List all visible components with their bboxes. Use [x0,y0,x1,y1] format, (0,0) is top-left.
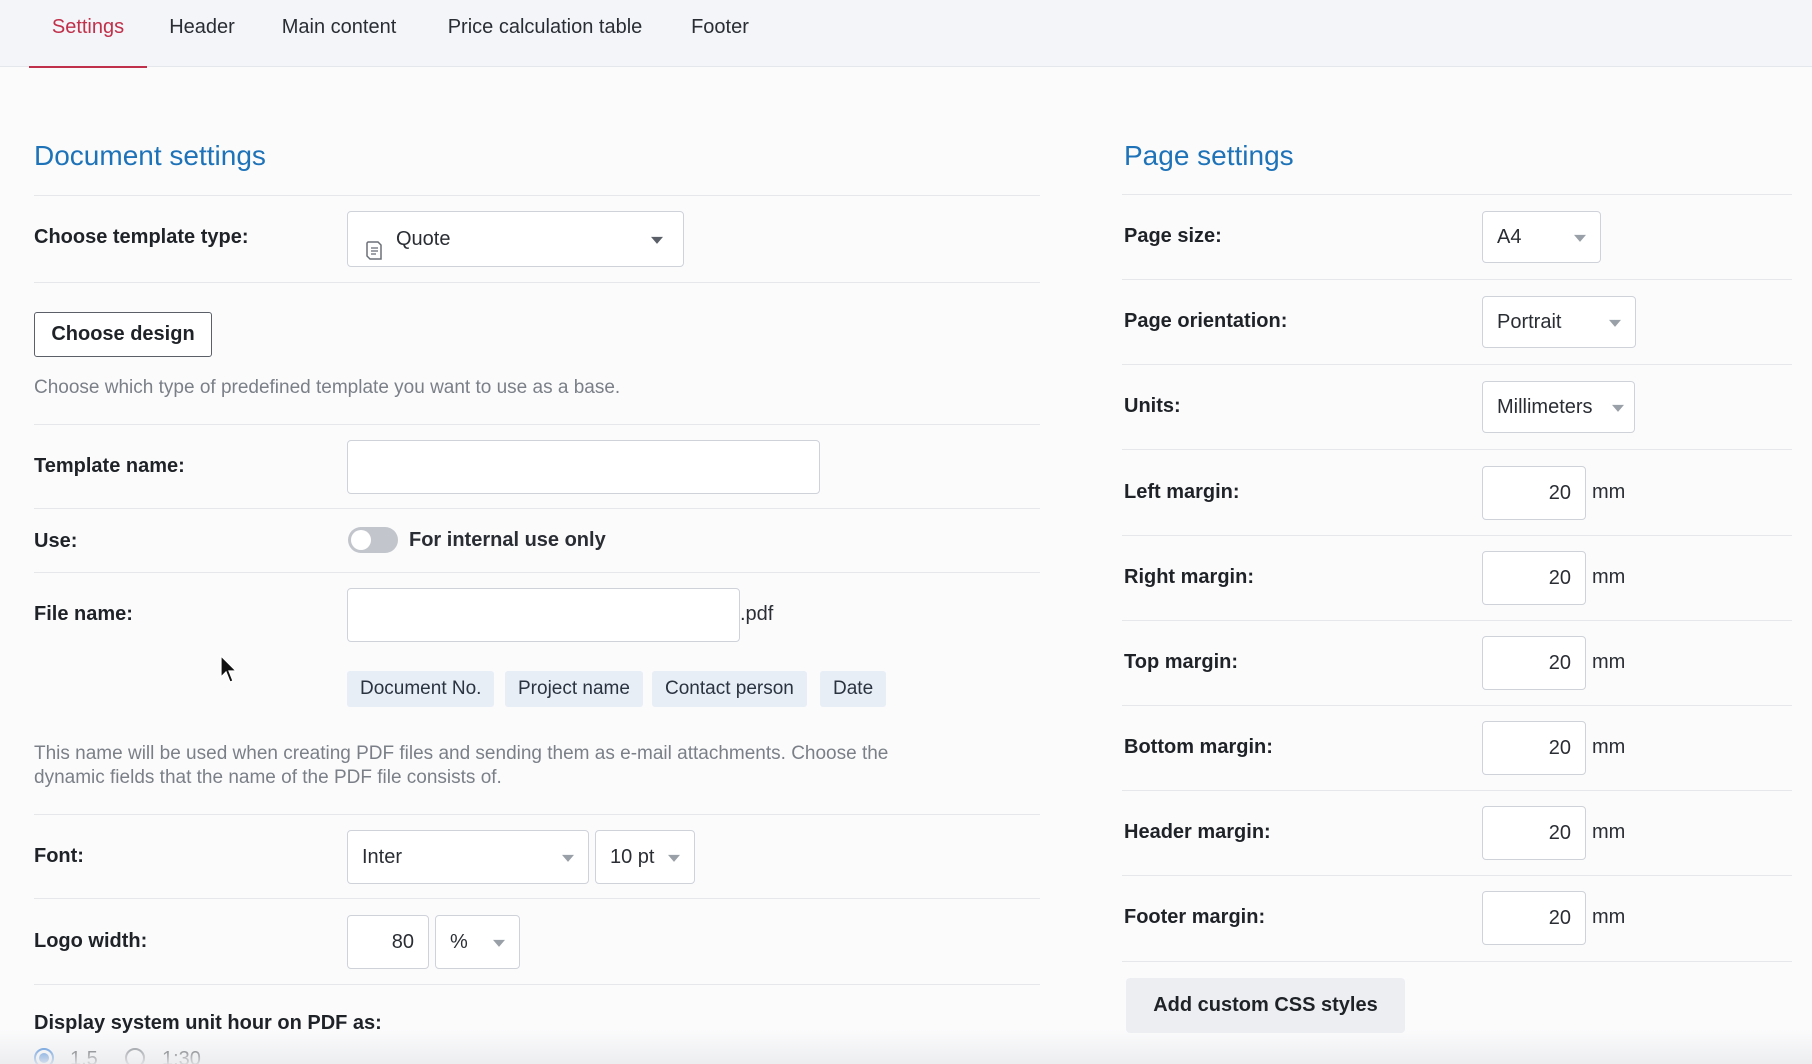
right-margin-unit: mm [1592,566,1626,588]
hour-display-label: Display system unit hour on PDF as: [34,1012,382,1034]
template-name-input[interactable] [347,440,820,494]
tab-footer[interactable]: Footer [689,0,751,67]
units-label: Units: [1124,395,1181,417]
divider [34,572,1040,573]
divider [1122,535,1792,536]
file-name-label: File name: [34,603,133,625]
hour-option-time-radio[interactable] [125,1048,145,1064]
tab-header[interactable]: Header [165,0,239,67]
font-size-select[interactable]: 10 pt [595,830,695,884]
chevron-down-icon [1612,404,1624,412]
chevron-down-icon [668,854,680,862]
tab-main-content[interactable]: Main content [276,0,402,67]
chevron-down-icon [562,854,574,862]
divider [1122,790,1792,791]
logo-width-input[interactable]: 80 [347,915,429,969]
mouse-cursor-icon [220,655,238,683]
divider [1122,620,1792,621]
tab-bar: Settings Header Main content Price calcu… [0,0,1812,68]
page-orientation-select[interactable]: Portrait [1482,296,1636,348]
units-value: Millimeters [1497,396,1593,418]
divider [34,282,1040,283]
footer-margin-label: Footer margin: [1124,906,1266,928]
document-settings-title: Document settings [34,140,266,171]
chevron-down-icon [1574,234,1586,242]
file-name-help-line-2: dynamic fields that the name of the PDF … [34,767,502,788]
header-margin-label: Header margin: [1124,821,1271,843]
logo-width-unit-select[interactable]: % [435,915,520,969]
top-margin-input[interactable]: 20 [1482,636,1586,690]
choose-design-button[interactable]: Choose design [34,312,212,357]
document-icon [364,229,384,260]
page-size-value: A4 [1497,226,1522,248]
chevron-down-icon [493,939,505,947]
template-type-label: Choose template type: [34,226,249,248]
divider [1122,449,1792,450]
dynamic-field-contact-person[interactable]: Contact person [652,671,807,707]
left-margin-label: Left margin: [1124,481,1240,503]
toggle-knob [351,530,371,550]
top-margin-unit: mm [1592,651,1626,673]
bottom-margin-label: Bottom margin: [1124,736,1273,758]
top-margin-label: Top margin: [1124,651,1239,673]
page-size-select[interactable]: A4 [1482,211,1601,263]
font-size-value: 10 pt [610,846,655,868]
dynamic-field-date[interactable]: Date [820,671,887,707]
tab-settings[interactable]: Settings [29,0,147,68]
bottom-margin-unit: mm [1592,736,1626,758]
internal-use-toggle[interactable] [348,527,398,553]
internal-use-text: For internal use only [409,529,606,551]
footer-margin-input[interactable]: 20 [1482,891,1586,945]
divider [34,195,1040,196]
tab-price-calculation-table[interactable]: Price calculation table [440,0,650,67]
file-name-suffix: .pdf [740,603,774,625]
add-custom-css-button[interactable]: Add custom CSS styles [1126,978,1405,1033]
page-settings-title: Page settings [1124,140,1294,171]
divider [1122,279,1792,280]
divider [1122,961,1792,962]
font-label: Font: [34,845,84,867]
choose-design-help: Choose which type of predefined template… [34,377,621,398]
divider [1122,194,1792,195]
page-size-label: Page size: [1124,225,1222,247]
divider [1122,875,1792,876]
dynamic-field-document-no[interactable]: Document No. [347,671,495,707]
chevron-down-icon [1609,319,1621,327]
units-select[interactable]: Millimeters [1482,381,1635,433]
page-orientation-label: Page orientation: [1124,310,1288,332]
font-value: Inter [362,846,403,868]
divider [1122,364,1792,365]
divider [34,424,1040,425]
right-margin-label: Right margin: [1124,566,1254,588]
template-name-label: Template name: [34,455,185,477]
hour-option-time-label: 1:30 [162,1048,201,1064]
left-margin-input[interactable]: 20 [1482,466,1586,520]
right-margin-input[interactable]: 20 [1482,551,1586,605]
page-orientation-value: Portrait [1497,311,1562,333]
logo-width-label: Logo width: [34,930,148,952]
file-name-help-line-1: This name will be used when creating PDF… [34,743,889,764]
bottom-fade [0,1030,1812,1064]
template-type-value: Quote [396,228,451,250]
divider [34,508,1040,509]
font-select[interactable]: Inter [347,830,589,884]
use-label: Use: [34,530,78,552]
bottom-margin-input[interactable]: 20 [1482,721,1586,775]
template-type-select[interactable]: Quote [347,211,684,267]
header-margin-unit: mm [1592,821,1626,843]
footer-margin-unit: mm [1592,906,1626,928]
left-margin-unit: mm [1592,481,1626,503]
header-margin-input[interactable]: 20 [1482,806,1586,860]
divider [1122,705,1792,706]
dynamic-field-project-name[interactable]: Project name [505,671,643,707]
hour-option-decimal-radio[interactable] [34,1048,54,1064]
file-name-input[interactable] [347,588,740,642]
file-name-help: This name will be used when creating PDF… [34,742,1034,790]
divider [34,984,1040,985]
logo-width-unit: % [450,931,468,953]
divider [34,898,1040,899]
divider [34,814,1040,815]
chevron-down-icon [651,236,663,244]
hour-option-decimal-label: 1.5 [70,1048,98,1064]
